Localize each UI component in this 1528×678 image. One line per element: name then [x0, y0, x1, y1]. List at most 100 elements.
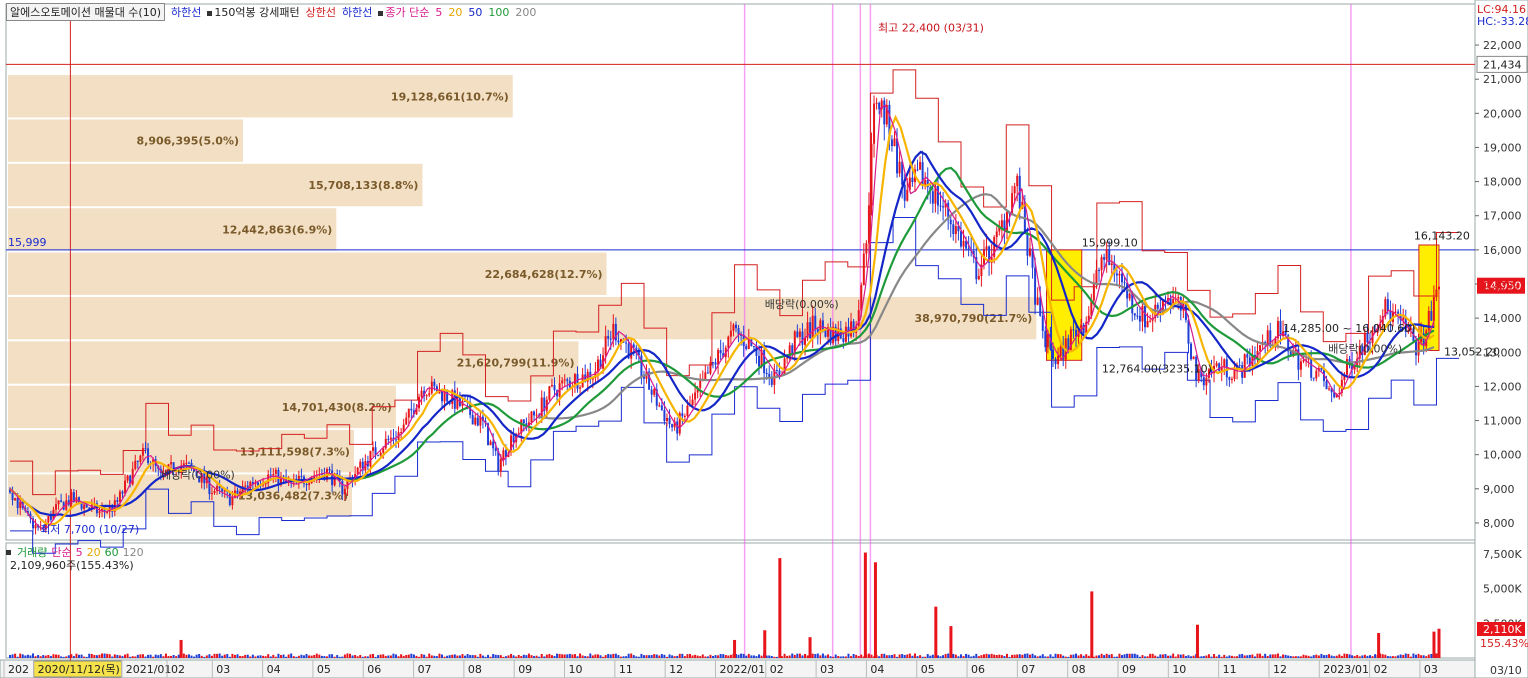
volume-bar — [361, 656, 364, 658]
volume-bar — [522, 654, 525, 658]
candle-body — [916, 169, 919, 171]
volume-bar — [1018, 654, 1021, 658]
stock-chart[interactable]: 19,128,661(10.7%) 8,906,395(5.0%) 15,708,1… — [0, 0, 1528, 678]
volume-bar — [177, 654, 180, 658]
volume-bar — [796, 653, 799, 658]
candle-body — [187, 462, 190, 464]
volume-bar — [1351, 655, 1354, 658]
candle-body — [663, 409, 666, 422]
volume-bar — [530, 655, 533, 658]
volume-bar — [906, 654, 909, 658]
volume-bar — [14, 653, 17, 658]
volume-bar — [1394, 656, 1397, 658]
volume-bar — [1261, 655, 1264, 658]
volume-bar — [804, 653, 807, 658]
candle-body — [136, 460, 139, 462]
volume-bar — [397, 656, 400, 658]
volume-bar — [1011, 654, 1014, 658]
volume-bar — [1156, 656, 1159, 658]
volume-bar — [502, 656, 505, 658]
volume-bar — [389, 655, 392, 658]
volume-bar — [558, 653, 561, 658]
price-badge: 21,434 — [1483, 58, 1522, 71]
volume-bar — [517, 654, 520, 658]
volume-bar — [139, 654, 142, 658]
volume-bar — [65, 656, 68, 658]
candle-body — [1328, 388, 1331, 390]
candle-body — [535, 414, 538, 416]
candle-body — [1414, 341, 1417, 356]
volume-bar — [254, 656, 257, 658]
volume-bar — [1069, 654, 1072, 658]
volume-bar — [1233, 656, 1236, 658]
volume-bar — [338, 656, 341, 658]
time-label: 2020/11/12(목) — [38, 663, 120, 676]
volume-bar — [988, 654, 991, 658]
candle-body — [1144, 305, 1147, 328]
candle-body — [1013, 186, 1016, 194]
volume-bar — [272, 654, 275, 658]
volume-bar — [1085, 654, 1088, 658]
volume-bar — [1338, 654, 1341, 658]
volume-bar — [1049, 654, 1052, 658]
volume-bar — [770, 656, 773, 658]
candle-body — [379, 452, 382, 456]
candle-body — [612, 323, 615, 340]
volume-bar — [568, 653, 571, 658]
volume-bar — [295, 656, 298, 658]
volume-bar — [346, 653, 349, 658]
volume-panel — [5, 542, 1476, 659]
volume-bar — [1202, 656, 1205, 658]
volume-bar — [415, 655, 418, 658]
volume-bar — [384, 655, 387, 658]
candle-body — [400, 432, 403, 434]
candle-body — [1259, 345, 1262, 351]
volume-bar — [832, 656, 835, 658]
candle-body — [1310, 358, 1313, 378]
volume-bar — [637, 656, 640, 658]
volume-bar — [1404, 653, 1407, 658]
volume-bar — [1225, 656, 1228, 658]
volume-bar — [1399, 654, 1402, 658]
volume-tick-label: 5,000K — [1483, 583, 1522, 596]
volume-bar — [149, 654, 152, 658]
volume-bar — [1218, 654, 1221, 658]
time-label: 11 — [1223, 663, 1237, 676]
volume-bar — [548, 653, 551, 658]
price-tick-label: 17,000 — [1483, 210, 1522, 223]
candle-body — [389, 437, 392, 440]
volume-bar — [1113, 656, 1116, 658]
volume-bar — [60, 656, 63, 658]
price-tick-label: 12,000 — [1483, 380, 1522, 393]
candle-body — [1057, 355, 1060, 365]
candle-body — [694, 392, 697, 400]
volume-bar — [642, 655, 645, 658]
volume-bar — [678, 653, 681, 658]
volume-bar — [410, 653, 413, 658]
volume-bar — [216, 653, 219, 658]
volume-bar — [1381, 654, 1384, 658]
candle-body — [1430, 310, 1433, 321]
volume-bar — [83, 656, 86, 658]
chart-annotation: 최고 22,400 (03/31) — [878, 21, 984, 34]
stock-title[interactable]: 알에스오토메이션 매물대 수(10) — [6, 3, 166, 21]
volume-bar — [412, 654, 415, 658]
volume-bar — [400, 654, 403, 658]
volume-bar — [320, 655, 323, 658]
candle-body — [16, 498, 19, 509]
volume-bar — [967, 654, 970, 658]
volume-bar — [152, 656, 155, 658]
volume-bar — [1317, 655, 1320, 658]
volume-bar — [870, 654, 873, 658]
candle-body — [1138, 315, 1141, 322]
volume-bar — [617, 655, 620, 658]
candle-body — [1028, 248, 1031, 256]
volume-bar — [931, 654, 934, 658]
candle-body — [1026, 233, 1029, 256]
volume-bar — [760, 655, 763, 658]
chart-canvas[interactable]: 19,128,661(10.7%) 8,906,395(5.0%) 15,708,1… — [0, 0, 1528, 678]
volume-bar — [668, 654, 671, 658]
volume-bar — [395, 654, 398, 658]
volume-bar — [279, 655, 282, 658]
candle-body — [1230, 378, 1233, 380]
